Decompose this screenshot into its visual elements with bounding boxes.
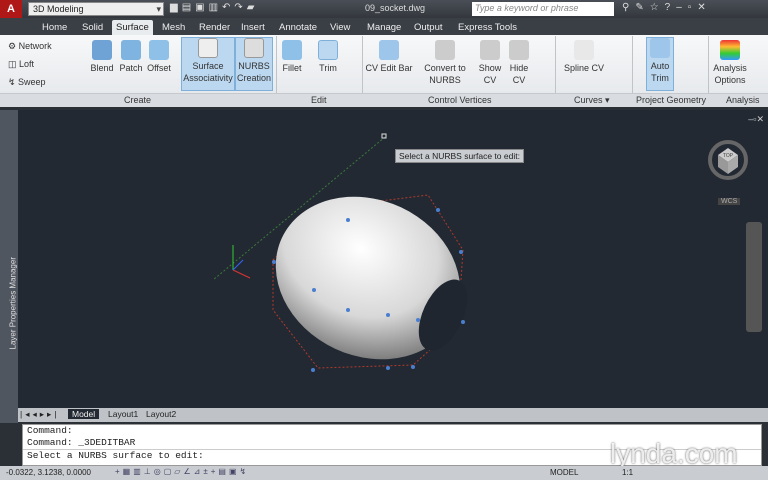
tab-render[interactable]: Render [199,20,230,35]
ribbon-tabs: Home Solid Surface Mesh Render Insert An… [0,18,768,35]
tab-output[interactable]: Output [414,20,443,35]
convert-nurbs-icon [435,40,455,60]
status-bar: -0.0322, 3.1238, 0.0000 +▦▥⊥◎▢▱∠⊿±+▤▣↯ M… [0,466,768,480]
command-history-line: Command: [27,425,73,436]
panel-control-vertices: Control Vertices [428,95,492,105]
cv-edit-bar-icon [379,40,399,60]
tab-annotate[interactable]: Annotate [279,20,317,35]
navigation-bar[interactable] [746,222,762,332]
annotation-scale[interactable]: 1:1 [622,468,633,477]
egg-surface [275,196,461,360]
patch-icon [121,40,141,60]
fillet-button[interactable]: Fillet [279,40,305,74]
tab-home[interactable]: Home [42,20,67,35]
tab-solid[interactable]: Solid [82,20,103,35]
viewcube[interactable]: TOP [708,140,748,180]
offset-button[interactable]: Offset [145,40,173,74]
spline-cv-button[interactable]: Spline CV [560,40,608,74]
search-input[interactable]: Type a keyword or phrase [472,2,614,16]
tab-model[interactable]: Model [68,409,100,419]
model-space-button[interactable]: MODEL [550,468,578,477]
show-cv-icon [480,40,500,60]
tab-mesh[interactable]: Mesh [162,20,185,35]
tab-insert[interactable]: Insert [241,20,265,35]
tab-express-tools[interactable]: Express Tools [458,20,517,35]
help-icon[interactable]: ? [665,2,677,13]
trim-button[interactable]: Trim [314,40,342,74]
sweep-button[interactable]: ↯ Sweep [8,77,46,88]
panel-project-geometry: Project Geometry [636,95,707,105]
analysis-icon [720,40,740,60]
tab-manage[interactable]: Manage [367,20,401,35]
infocenter-tools[interactable]: ⚲✎☆?–▫✕ [622,2,712,13]
panel-edit: Edit [311,95,327,105]
spline-cv-icon [574,40,594,60]
nurbs-surface-model: TOP [212,133,748,372]
surface-associativity-icon [198,38,218,58]
tab-surface[interactable]: Surface [112,20,153,35]
layout-tabs: |◂◂▸▸| Model Layout1 Layout2 [18,408,768,422]
loft-button[interactable]: ◫ Loft [8,59,34,70]
nurbs-creation-button[interactable]: NURBS Creation [235,37,273,91]
workspace-value: 3D Modeling [33,4,84,14]
network-button[interactable]: ⚙ Network [8,41,52,52]
convert-to-nurbs-button[interactable]: Convert to NURBS [420,40,470,86]
layer-properties-palette[interactable]: Layer Properties Manager [0,110,18,423]
blend-button[interactable]: Blend [88,40,116,74]
tab-layout2[interactable]: Layout2 [146,409,176,419]
trim-icon [318,40,338,60]
workspace-dropdown[interactable]: 3D Modeling ▾ [28,2,164,16]
auto-trim-button[interactable]: Auto Trim [646,37,674,91]
viewcube-face-label[interactable]: TOP [723,153,734,159]
tab-navigation-arrows[interactable]: |◂◂▸▸| [20,409,59,420]
tooltip: Select a NURBS surface to edit: [395,149,524,163]
blend-icon [92,40,112,60]
title-bar: A 3D Modeling ▾ ▆▤▣▥↶↷▰ 09_socket.dwg Typ… [0,0,768,18]
hide-cv-icon [509,40,529,60]
nurbs-creation-icon [244,38,264,58]
drawing-viewport[interactable]: TOP WCS –▫✕ [18,110,768,408]
ucs-icon [232,245,251,279]
fillet-icon [282,40,302,60]
chevron-down-icon: ▾ [156,4,161,14]
analysis-options-button[interactable]: Analysis Options [710,40,750,86]
hide-cv-button[interactable]: Hide CV [505,40,533,86]
ribbon-panel-labels: Create Edit Control Vertices Curves ▾ Pr… [0,93,768,107]
tab-layout1[interactable]: Layout1 [108,409,138,419]
offset-icon [149,40,169,60]
auto-trim-icon [650,38,670,58]
document-title: 09_socket.dwg [365,3,426,13]
show-cv-button[interactable]: Show CV [476,40,504,86]
cv-edit-bar-button[interactable]: CV Edit Bar [365,40,413,74]
tab-view[interactable]: View [330,20,350,35]
application-menu-button[interactable]: A [0,0,22,18]
coordinates-readout: -0.0322, 3.1238, 0.0000 [6,468,91,477]
panel-analysis: Analysis [726,95,760,105]
viewport-controls[interactable]: –▫✕ [748,114,764,125]
panel-curves[interactable]: Curves ▾ [574,95,610,106]
wcs-menu[interactable]: WCS [718,198,741,205]
patch-button[interactable]: Patch [117,40,145,74]
quick-access-toolbar[interactable]: ▆▤▣▥↶↷▰ [170,2,258,13]
panel-create: Create [124,95,152,105]
drafting-toggles[interactable]: +▦▥⊥◎▢▱∠⊿±+▤▣↯ [115,467,249,476]
surface-associativity-button[interactable]: Surface Associativity [181,37,235,91]
